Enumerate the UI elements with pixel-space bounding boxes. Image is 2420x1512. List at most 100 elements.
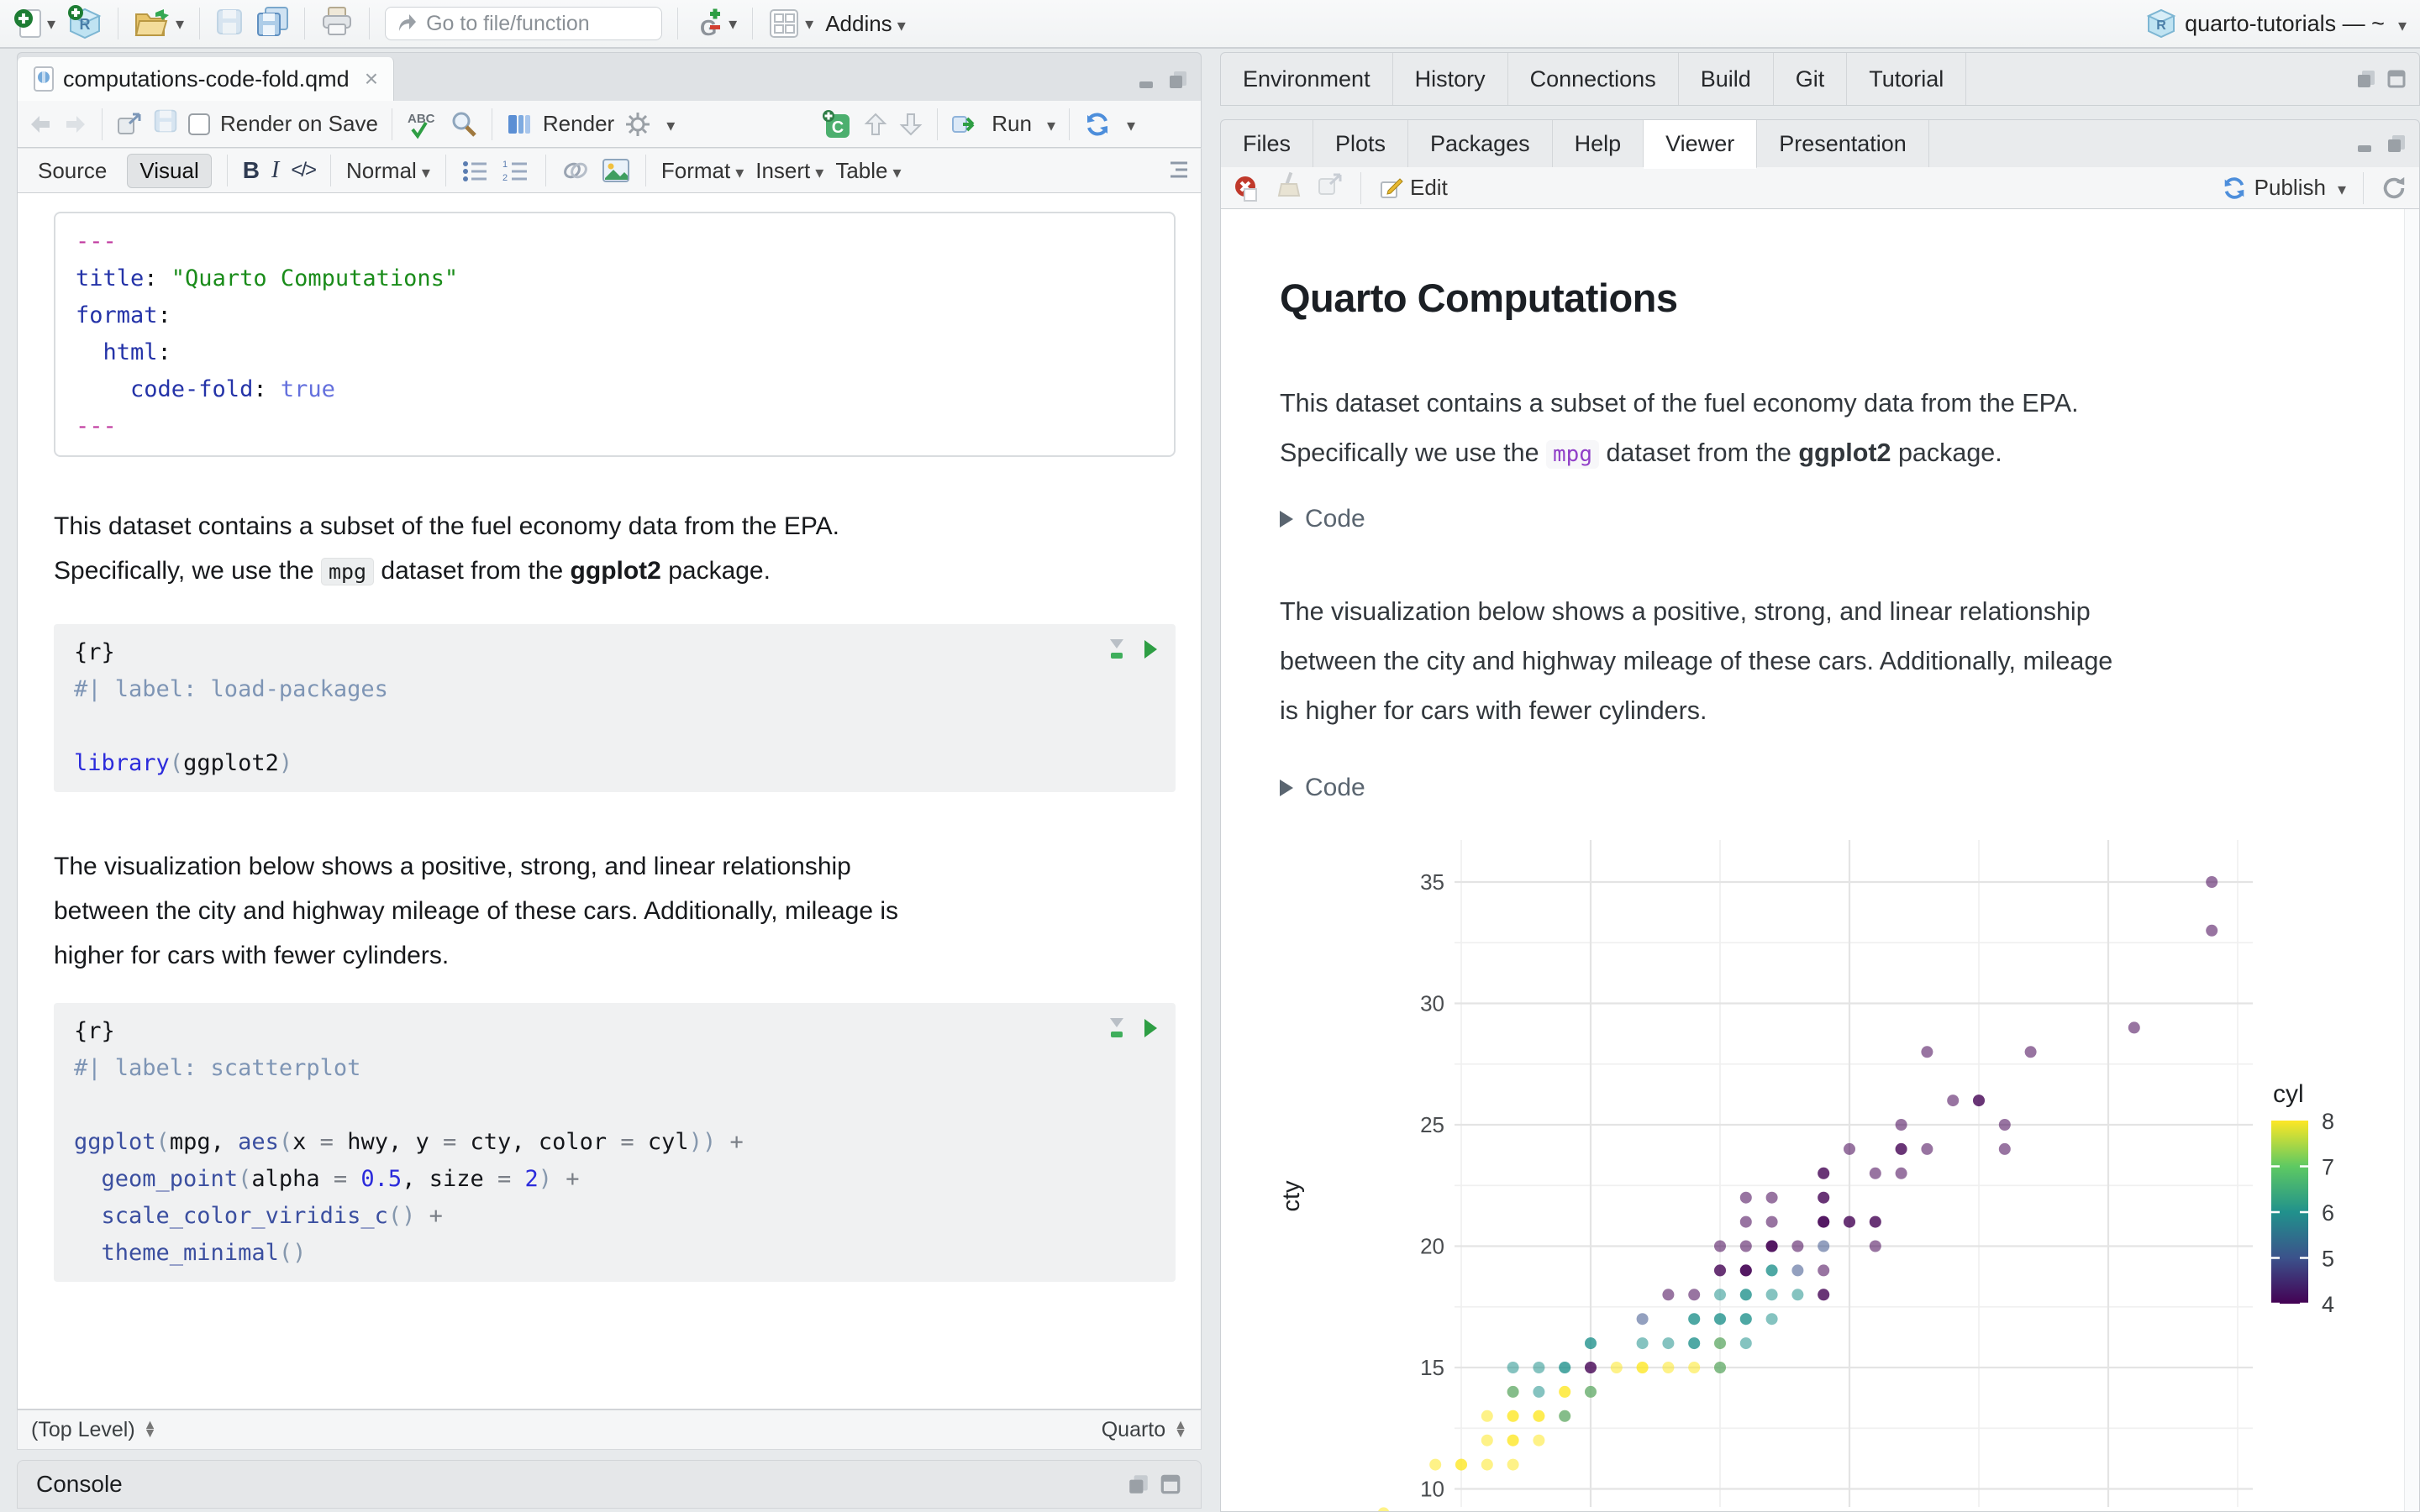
minimize-pane-icon[interactable] [1137,69,1159,91]
save-button[interactable] [215,8,244,40]
italic-button[interactable]: I [271,157,279,184]
maximize-pane-icon[interactable] [2386,68,2407,90]
maximize-pane-icon[interactable] [1167,69,1189,91]
image-icon[interactable] [602,158,630,183]
run-chunk-icon[interactable] [1142,1017,1159,1039]
paragraph-style-select[interactable]: Normal [346,158,430,184]
tab-files[interactable]: Files [1221,120,1314,167]
git-caret[interactable] [723,13,737,34]
tab-packages[interactable]: Packages [1408,120,1553,167]
insert-menu[interactable]: Insert [755,158,823,184]
new-file-button[interactable] [13,7,55,40]
table-menu-caret [887,158,901,184]
numbered-list-icon[interactable]: 12 [502,159,530,182]
viewer-scrollbar[interactable] [2404,209,2419,1511]
maximize-pane-icon[interactable] [2386,133,2407,155]
goto-file-input[interactable]: Go to file/function [385,7,663,40]
addins-menu[interactable]: Addins [825,11,906,37]
publish-button[interactable]: Publish [2221,175,2346,202]
visual-editor-content[interactable]: --- title: "Quarto Computations" format: h… [17,193,1202,1410]
render-settings-gear-icon[interactable] [624,111,651,138]
run-chunks-above-icon[interactable] [1107,638,1127,661]
panes-caret[interactable] [800,13,813,34]
bullet-list-icon[interactable] [461,159,490,182]
format-menu[interactable]: Format [661,158,744,184]
render-icon [508,114,530,134]
go-down-icon[interactable] [898,111,923,138]
qmd-file-icon [34,66,54,92]
code-fold-label: Code [1305,505,1365,533]
edit-button[interactable]: Edit [1378,175,1448,201]
link-icon[interactable] [561,158,590,183]
insert-menu-label: Insert [755,157,811,183]
spellcheck-icon[interactable]: ABC [406,109,439,139]
viewer-content[interactable]: Quarto Computations This dataset contain… [1220,209,2420,1512]
tab-git[interactable]: Git [1774,53,1848,105]
new-file-caret[interactable] [42,13,55,34]
tab-history[interactable]: History [1393,53,1508,105]
source-sync-icon[interactable] [1083,110,1112,139]
toolbar-separator [677,8,679,39]
bold-button[interactable]: B [243,157,260,184]
git-button[interactable]: G [693,7,737,40]
table-menu[interactable]: Table [835,158,901,184]
render-on-save-checkbox[interactable] [188,113,210,135]
tab-plots[interactable]: Plots [1313,120,1409,167]
tab-close-icon[interactable]: × [365,66,378,92]
render-button[interactable]: Render [543,111,614,137]
go-up-icon[interactable] [863,111,888,138]
tab-computations-code-fold[interactable]: computations-code-fold.qmd × [18,57,395,101]
code-format-button[interactable]: </> [291,159,317,182]
visual-mode-button[interactable]: Visual [127,153,212,188]
save-icon[interactable] [153,108,178,134]
find-replace-icon[interactable] [450,110,478,139]
run-button[interactable]: Run [992,111,1032,137]
outline-toggle-icon[interactable] [1162,160,1189,181]
run-chunk-icon[interactable] [1142,638,1159,660]
run-caret[interactable] [1042,111,1055,137]
popout-icon[interactable] [1317,172,1344,197]
console-header[interactable]: Console [17,1460,1202,1509]
open-folder-icon [134,9,170,36]
tab-build[interactable]: Build [1679,53,1774,105]
refresh-icon[interactable] [2381,175,2407,202]
tab-connections[interactable]: Connections [1508,53,1679,105]
back-icon[interactable] [28,113,53,136]
tab-tutorial[interactable]: Tutorial [1847,53,1967,105]
tab-help[interactable]: Help [1553,120,1644,167]
yaml-block[interactable]: --- title: "Quarto Computations" format: h… [54,212,1176,457]
project-menu[interactable]: R quarto-tutorials — ~ [2146,8,2407,39]
open-file-caret[interactable] [171,13,184,34]
source-mode-button[interactable]: Source [29,155,115,187]
forward-icon[interactable] [63,113,88,136]
open-file-button[interactable] [134,8,184,39]
outline-scope-selector[interactable]: (Top Level) [31,1418,135,1442]
minimize-pane-icon[interactable] [1127,1473,1150,1496]
insert-chunk-icon[interactable]: C [821,109,853,139]
new-project-button[interactable]: R [67,4,103,44]
tab-presentation[interactable]: Presentation [1757,120,1929,167]
clear-broom-icon[interactable] [1275,171,1303,199]
maximize-pane-icon[interactable] [1159,1473,1182,1496]
run-chunks-above-icon[interactable] [1107,1016,1127,1040]
minimize-pane-icon[interactable] [2355,68,2377,90]
print-button[interactable] [320,6,354,42]
stop-icon[interactable] [1233,174,1261,202]
tab-environment[interactable]: Environment [1221,53,1393,105]
panes-layout-button[interactable] [768,8,813,39]
code-chunk-scatterplot[interactable]: {r} #| label: scatterplot ggplot(mpg, aes… [54,1003,1176,1282]
editor-paragraph-1[interactable]: This dataset contains a subset of the fu… [54,504,1184,594]
y-tick-label: 30 [1420,991,1444,1016]
code-chunk-load-packages[interactable]: {r} #| label: load-packages library(ggplo… [54,624,1176,792]
paragraph-style-caret [417,158,430,184]
render-caret[interactable] [661,111,675,137]
editor-paragraph-2[interactable]: The visualization below shows a positive… [54,844,1184,978]
save-all-button[interactable] [255,6,289,42]
code-fold-2[interactable]: Code [1280,774,1365,802]
minimize-pane-icon[interactable] [2355,133,2377,155]
popout-icon[interactable] [116,112,143,137]
tab-viewer[interactable]: Viewer [1644,120,1758,169]
file-type-selector[interactable]: Quarto [1102,1418,1165,1442]
code-fold-1[interactable]: Code [1280,505,1365,533]
source-sync-caret[interactable] [1122,111,1135,137]
